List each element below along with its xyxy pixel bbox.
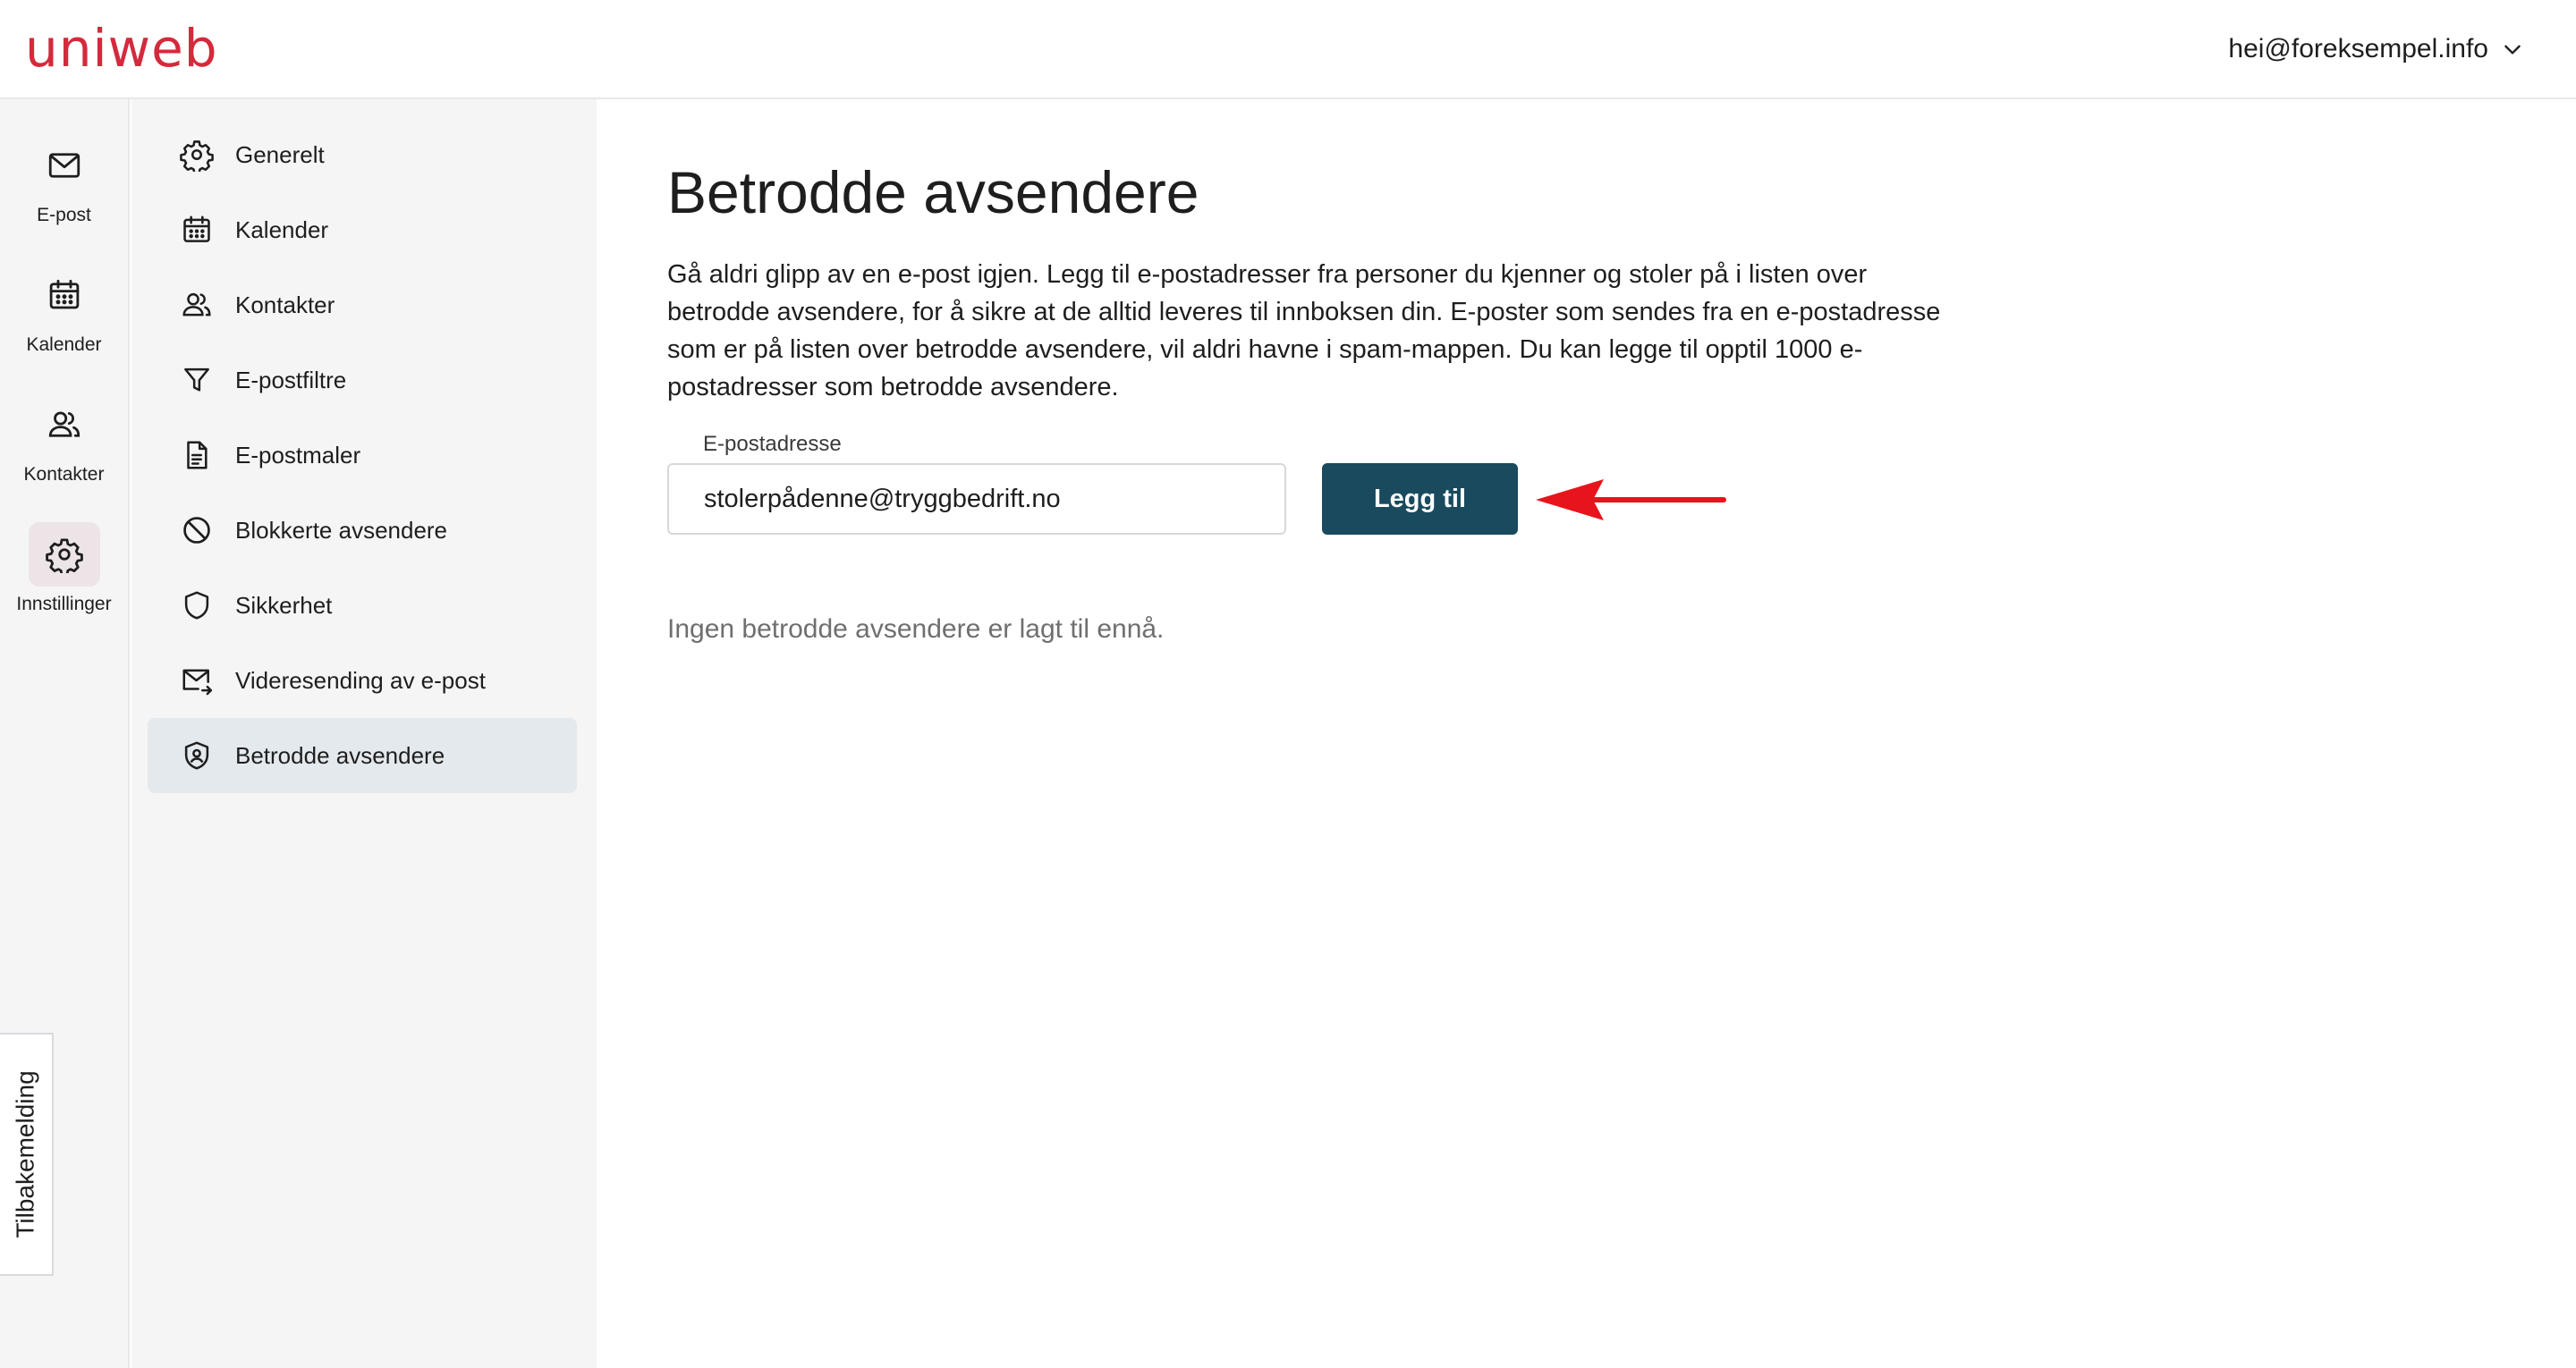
page-title: Betrodde avsendere (667, 159, 1199, 225)
settings-nav-label: E-postmaler (235, 441, 361, 469)
filter-icon (184, 367, 209, 392)
settings-nav-item-email-filters[interactable]: E-postfiltre (148, 342, 577, 418)
settings-nav-item-general[interactable]: Generelt (148, 117, 577, 192)
settings-nav-item-trusted-senders[interactable]: Betrodde avsendere (148, 718, 577, 793)
settings-nav: Generelt Kalender Kontakter E-postfiltre… (131, 99, 597, 1368)
user-account-menu[interactable]: hei@foreksempel.info (2228, 27, 2524, 72)
settings-nav-item-contacts[interactable]: Kontakter (148, 267, 577, 342)
rail-label: Innstillinger (16, 594, 112, 614)
rail-icon-wrap (29, 393, 100, 457)
logo-text: uniweb (25, 18, 218, 79)
chevron-down-icon (2504, 45, 2521, 55)
calendar-icon (183, 215, 210, 242)
user-email: hei@foreksempel.info (2228, 34, 2488, 63)
empty-state-text: Ingen betrodde avsendere er lagt til enn… (667, 614, 1165, 644)
settings-nav-label: E-postfiltre (235, 366, 347, 393)
settings-nav-item-blocked-senders[interactable]: Blokkerte avsendere (148, 493, 577, 568)
uniweb-logo[interactable]: uniweb (25, 18, 218, 79)
block-icon (183, 517, 210, 544)
settings-nav-label: Betrodde avsendere (235, 741, 445, 769)
settings-nav-label: Kalender (235, 215, 329, 243)
settings-nav-label: Generelt (235, 140, 325, 168)
gear-icon (180, 140, 214, 172)
rail-icon-wrap (29, 263, 100, 327)
main-content: Betrodde avsendere Gå aldri glipp av en … (597, 99, 2576, 1368)
rail-icon-wrap (28, 522, 100, 587)
rail-item-settings[interactable]: Innstillinger (0, 522, 128, 615)
rail-label: Kalender (26, 334, 102, 355)
mail-forward-icon (182, 669, 213, 696)
calendar-icon (49, 279, 79, 309)
settings-nav-item-calendar[interactable]: Kalender (148, 192, 577, 267)
settings-nav-label: Sikkerhet (235, 591, 333, 619)
settings-nav-label: Videresending av e-post (235, 666, 486, 694)
settings-nav-item-security[interactable]: Sikkerhet (148, 568, 577, 643)
contacts-icon (48, 411, 80, 437)
settings-nav-item-email-templates[interactable]: E-postmaler (148, 418, 577, 493)
rail-label: E-post (37, 205, 91, 225)
page-description: Gå aldri glipp av en e-post igjen. Legg … (667, 260, 1941, 401)
gear-icon (45, 538, 83, 573)
settings-nav-label: Blokkerte avsendere (235, 516, 448, 544)
feedback-tab[interactable]: Tilbakemelding (0, 1033, 54, 1276)
settings-nav-item-email-forwarding[interactable]: Videresending av e-post (148, 643, 577, 718)
add-trusted-sender-button[interactable]: Legg til (1322, 463, 1518, 535)
email-field-label: E-postadresse (703, 432, 842, 456)
contacts-icon (182, 292, 211, 317)
rail-item-contacts[interactable]: Kontakter (0, 393, 128, 486)
mail-icon (48, 153, 80, 178)
shield-icon (184, 591, 209, 620)
document-icon (187, 441, 208, 469)
trusted-sender-email-input[interactable] (667, 463, 1286, 535)
annotation-arrow-icon (1536, 479, 1726, 520)
settings-nav-label: Kontakter (235, 291, 335, 318)
rail-item-email[interactable]: E-post (0, 133, 128, 226)
rail-item-calendar[interactable]: Kalender (0, 263, 128, 356)
feedback-label: Tilbakemelding (12, 1070, 39, 1238)
rail-label: Kontakter (23, 464, 105, 485)
top-header: uniweb hei@foreksempel.info (0, 0, 2576, 99)
shield-user-icon (184, 741, 209, 770)
rail-icon-wrap (29, 133, 100, 198)
